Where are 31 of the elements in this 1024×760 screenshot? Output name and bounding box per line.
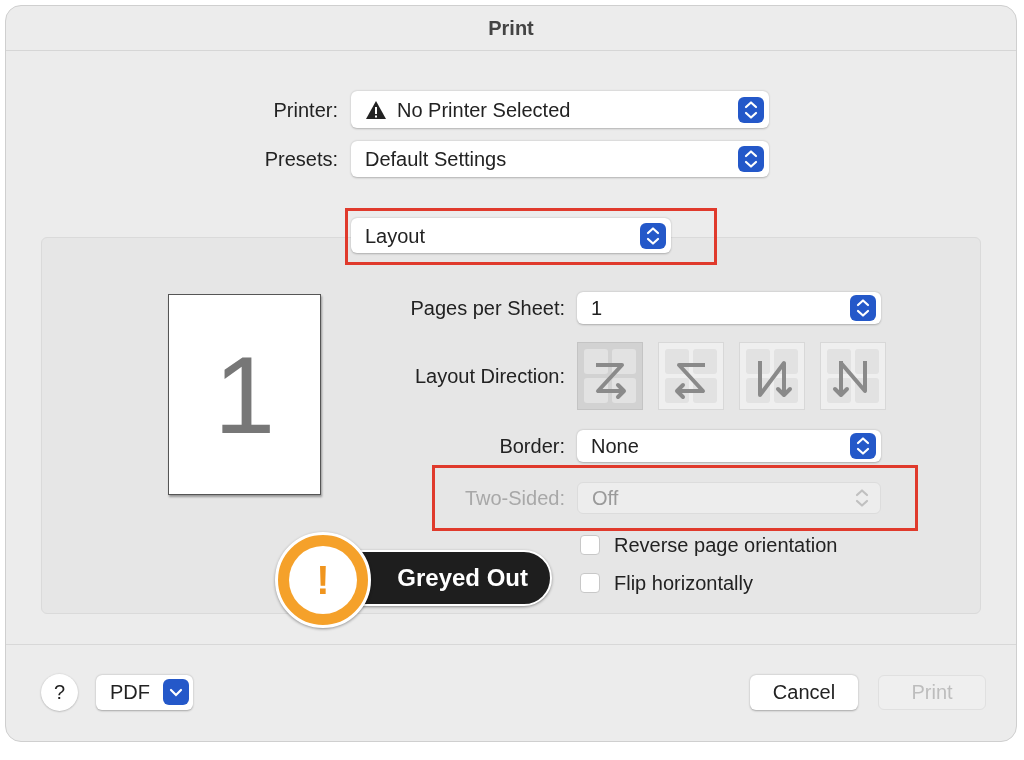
stepper-icon [737,145,765,173]
pages-per-sheet-label: Pages per Sheet: [409,296,565,321]
layout-direction-button[interactable] [577,342,643,410]
cancel-button[interactable]: Cancel [750,674,858,710]
checkbox[interactable] [580,535,600,555]
pdf-button[interactable]: PDF [96,674,193,710]
printer-label: Printer: [272,97,338,123]
page-number: 1 [213,339,276,450]
pages-per-sheet-popup[interactable]: 1 [577,292,881,324]
two-sided-label: Two-Sided: [463,486,565,511]
help-button[interactable]: ? [41,673,78,711]
layout-direction-label: Layout Direction: [413,364,565,389]
layout-direction-button[interactable] [820,342,886,410]
window-title: Print [488,16,534,41]
stepper-icon [849,432,877,460]
checkbox[interactable] [580,573,600,593]
printer-popup[interactable]: No Printer Selected [351,91,769,128]
checkbox-label: Reverse page orientation [614,533,838,558]
presets-label: Presets: [263,147,338,172]
layout-direction-button[interactable] [739,342,805,410]
warning-icon [365,99,387,120]
stepper-icon [849,294,877,322]
stepper-icon [639,221,667,250]
chevron-down-icon [163,679,189,705]
section-popup[interactable]: Layout [351,218,671,253]
checkbox-label: Flip horizontally [614,571,753,596]
layout-direction-button[interactable] [658,342,724,410]
border-label: Border: [498,434,565,459]
border-popup[interactable]: None [577,430,881,462]
presets-popup[interactable]: Default Settings [351,141,769,177]
stepper-icon [737,95,765,124]
